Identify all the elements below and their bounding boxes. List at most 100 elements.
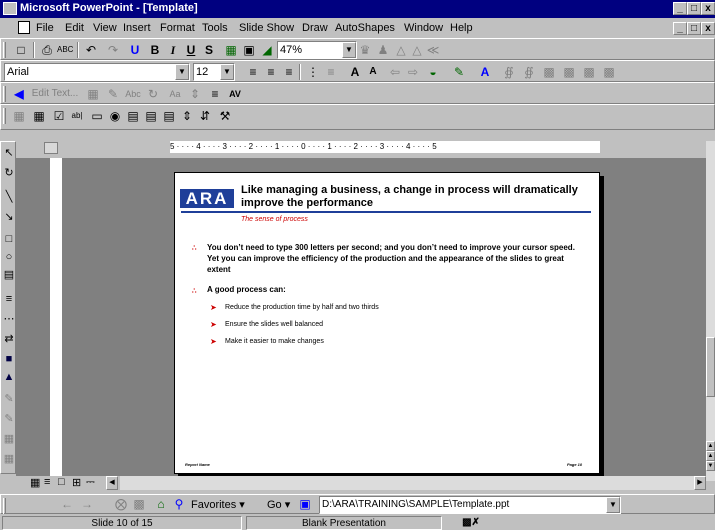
scrollbar-control-icon[interactable]: ⇵ <box>197 108 213 124</box>
group-icon[interactable]: ▩ <box>541 64 557 80</box>
print-icon[interactable]: ⎙ <box>39 42 55 58</box>
undo-icon[interactable]: ↶ <box>83 42 99 58</box>
address-dropdown-icon[interactable]: ▼ <box>606 497 620 513</box>
line-tool-icon[interactable]: ╲ <box>2 190 16 204</box>
doc-restore-button[interactable]: □ <box>687 22 701 35</box>
menu-view[interactable]: View <box>93 22 117 34</box>
menu-slide-show[interactable]: Slide Show <box>239 22 294 34</box>
scroll-up-button[interactable]: ▲ <box>706 441 715 451</box>
menu-window[interactable]: Window <box>404 22 443 34</box>
shadow-tool-icon[interactable]: ■ <box>2 352 16 366</box>
restore-button[interactable]: □ <box>687 2 701 15</box>
zoom-in-icon[interactable]: △ <box>393 42 409 58</box>
back-icon[interactable]: ← <box>59 496 75 512</box>
combobox-control-icon[interactable]: ▤ <box>143 108 159 124</box>
slide[interactable]: ARA Like managing a business, a change i… <box>174 172 600 474</box>
option-control-icon[interactable]: ◉ <box>107 108 123 124</box>
scroll-thumb[interactable] <box>706 337 715 397</box>
bold-icon[interactable]: B <box>147 42 163 58</box>
decrease-font-icon[interactable]: A <box>365 64 381 80</box>
checkbox-control-icon[interactable]: ☑ <box>51 108 67 124</box>
textbox-tool-icon[interactable]: ▤ <box>2 268 16 282</box>
sub-bullet-1[interactable]: Reduce the production time by half and t… <box>225 304 379 311</box>
outline-view-icon[interactable]: ≡ <box>44 476 50 488</box>
menu-draw[interactable]: Draw <box>302 22 328 34</box>
dash-style-icon[interactable]: ⋯ <box>2 312 16 326</box>
bullet-text-2[interactable]: A good process can: <box>207 285 286 294</box>
underline-icon[interactable]: U <box>183 42 199 58</box>
sub-bullet-2[interactable]: Ensure the slides well balanced <box>225 321 323 328</box>
menu-edit[interactable]: Edit <box>65 22 84 34</box>
select-arrow-icon[interactable]: ↖ <box>2 146 16 160</box>
numbering-icon[interactable]: ≡ <box>323 64 339 80</box>
arrow-tool-icon[interactable]: ↘ <box>2 210 16 224</box>
format-wordart-icon[interactable]: ✎ <box>105 86 121 102</box>
spin-control-icon[interactable]: ⇕ <box>179 108 195 124</box>
menu-tools[interactable]: Tools <box>202 22 228 34</box>
zoom-out-icon[interactable]: △ <box>409 42 425 58</box>
close-button[interactable]: x <box>701 2 715 15</box>
ungroup-icon[interactable]: ▩ <box>561 64 577 80</box>
redo-icon[interactable]: ↷ <box>105 42 121 58</box>
font-size-dropdown-icon[interactable]: ▼ <box>220 64 234 80</box>
stop-icon[interactable]: ⨂ <box>113 496 129 512</box>
horizontal-scrollbar[interactable]: ▶ <box>120 476 706 490</box>
rectangle-tool-icon[interactable]: □ <box>2 232 16 246</box>
wordart-shape-icon[interactable]: Abc <box>125 86 141 102</box>
line-style-icon[interactable]: ≡ <box>2 292 16 306</box>
alignment-icon[interactable]: ≡ <box>207 86 223 102</box>
menu-insert[interactable]: Insert <box>123 22 151 34</box>
font-select[interactable]: Arial ▼ <box>4 63 190 81</box>
refresh-icon[interactable]: ▩ <box>131 496 147 512</box>
office-assistant-icon[interactable]: ♛ <box>357 42 373 58</box>
arrow-style-icon[interactable]: ⇄ <box>2 332 16 346</box>
scroll-right-button[interactable]: ▶ <box>694 476 706 490</box>
grayscale-icon[interactable]: ♟ <box>375 42 391 58</box>
zoom-dropdown-icon[interactable]: ▼ <box>342 42 356 58</box>
show-only-web-toolbar-icon[interactable]: ▣ <box>297 496 313 512</box>
bullets-icon[interactable]: ⋮ <box>305 64 321 80</box>
prev-slide-button[interactable]: ▲ <box>706 451 715 461</box>
address-field[interactable]: D:\ARA\TRAINING\SAMPLE\Template.ppt ▼ <box>319 496 621 514</box>
slide-show-icon[interactable]: ⎓ <box>86 476 95 489</box>
font-size-select[interactable]: 12 ▼ <box>193 63 235 81</box>
shadow-icon[interactable]: S <box>201 42 217 58</box>
apply-design-icon[interactable]: ◢ <box>259 42 275 58</box>
left-tool-3-icon[interactable]: ▦ <box>2 432 16 446</box>
wordart-insert-icon[interactable]: ◀ <box>11 86 27 102</box>
powerpoint-app-icon[interactable] <box>3 2 17 15</box>
same-height-icon[interactable]: Aa <box>167 86 183 102</box>
forward-icon[interactable]: → <box>79 496 95 512</box>
go-menu[interactable]: Go ▾ <box>267 498 290 511</box>
sub-bullet-3[interactable]: Make it easier to make changes <box>225 338 324 345</box>
free-rotate-icon[interactable]: ↻ <box>145 86 161 102</box>
wordart-gallery-icon[interactable]: ▦ <box>85 86 101 102</box>
textbox-control-icon[interactable]: ab| <box>69 108 85 124</box>
promote-icon[interactable]: ⇦ <box>387 64 403 80</box>
font-dropdown-icon[interactable]: ▼ <box>175 64 189 80</box>
increase-font-icon[interactable]: A <box>347 64 363 80</box>
align-left-icon[interactable]: ≡ <box>245 64 261 80</box>
zoom-select[interactable]: 47% ▼ <box>277 41 357 59</box>
left-tool-2-icon[interactable]: ✎ <box>2 412 16 426</box>
shadow-style-icon[interactable]: ∯ <box>501 64 517 80</box>
fill-color-icon[interactable]: ◒ <box>425 64 441 80</box>
left-tool-4-icon[interactable]: ▦ <box>2 452 16 466</box>
spelling-status-icon[interactable]: ▩✗ <box>456 516 486 530</box>
oval-tool-icon[interactable]: ○ <box>2 250 16 264</box>
menu-format[interactable]: Format <box>160 22 195 34</box>
slide-sorter-icon[interactable]: ⊞ <box>72 476 81 489</box>
line-color-icon[interactable]: ✎ <box>451 64 467 80</box>
properties-icon[interactable]: ▦ <box>31 108 47 124</box>
menu-file[interactable]: File <box>36 22 54 34</box>
home-icon[interactable]: ⌂ <box>153 496 169 512</box>
button-control-icon[interactable]: ▭ <box>89 108 105 124</box>
free-rotate-tool-icon[interactable]: ↻ <box>2 166 16 180</box>
favorites-menu[interactable]: Favorites ▾ <box>191 498 245 511</box>
minimize-button[interactable]: _ <box>673 2 687 15</box>
left-tool-1-icon[interactable]: ✎ <box>2 392 16 406</box>
send-back-icon[interactable]: ▩ <box>601 64 617 80</box>
next-slide-button[interactable]: ▼ <box>706 461 715 471</box>
bullet-text-1[interactable]: You don’t need to type 300 letters per s… <box>207 242 577 275</box>
font-color-icon[interactable]: A <box>477 64 493 80</box>
